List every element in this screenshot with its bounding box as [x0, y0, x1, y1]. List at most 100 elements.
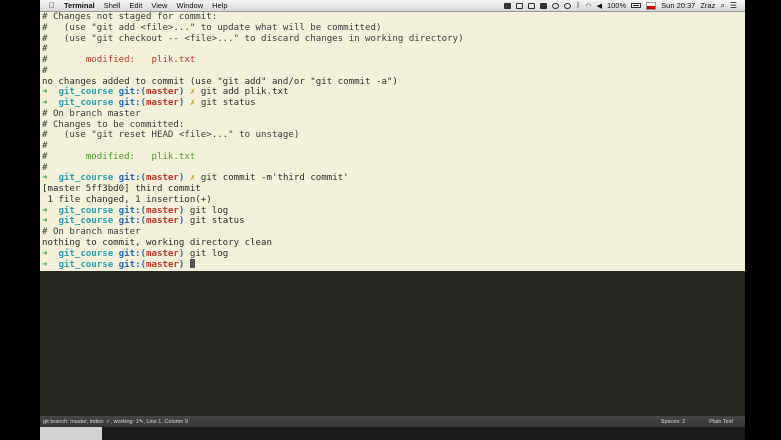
terminal-text: master	[146, 87, 179, 98]
terminal-text: git:(	[113, 98, 147, 108]
status-spaces[interactable]: Spaces: 2	[661, 419, 685, 425]
terminal-text: git:(	[113, 260, 147, 271]
terminal-line: ➜ git_course git:(master) git status	[42, 216, 745, 227]
terminal-text: # Changes to be committed:	[42, 119, 185, 130]
notification-center-icon[interactable]: ☰	[730, 1, 737, 10]
terminal-line: nothing to commit, working directory cle…	[42, 238, 745, 249]
terminal-text: git_course	[58, 205, 114, 216]
terminal-text: ➜	[42, 260, 59, 271]
terminal-line: # On branch master	[42, 227, 745, 238]
terminal-text: ✗	[184, 173, 196, 184]
terminal-line: ➜ git_course git:(master) git log	[42, 206, 745, 217]
window-icon[interactable]	[516, 2, 524, 9]
record-icon[interactable]	[552, 2, 560, 9]
status-syntax[interactable]: Plain Text	[709, 419, 733, 425]
active-tab-indicator[interactable]	[40, 427, 102, 440]
terminal-line: #	[42, 141, 745, 152]
bluetooth-icon[interactable]: ᛒ	[576, 2, 580, 9]
terminal-text: git_course	[58, 98, 114, 108]
terminal-line: # Changes to be committed:	[42, 120, 745, 131]
terminal-text: git:(	[113, 216, 147, 227]
terminal-text: ➜	[42, 98, 59, 108]
terminal-text: git commit -m'third commit'	[195, 173, 349, 184]
editor-area[interactable]	[40, 271, 745, 416]
battery-percent[interactable]: 100%	[607, 1, 626, 10]
terminal-text: git:(	[113, 248, 147, 259]
terminal-text: master	[146, 205, 179, 216]
terminal-line: # modified: plik.txt	[42, 152, 745, 163]
input-source-flag-icon[interactable]	[646, 1, 657, 10]
terminal-line: ➜ git_course git:(master) git log	[42, 249, 745, 260]
terminal-text: git log	[184, 248, 229, 259]
terminal-line: ➜ git_course git:(master) ✗ git status	[42, 98, 745, 109]
terminal-text: git_course	[58, 87, 114, 98]
terminal-line: # (use "git reset HEAD <file>..." to uns…	[42, 130, 745, 141]
terminal-text: # (use "git add <file>..." to update wha…	[42, 22, 382, 33]
terminal-line: # modified: plik.txt	[42, 55, 745, 66]
terminal-line: # Changes not staged for commit:	[42, 12, 745, 23]
menu-bar:  Terminal Shell Edit View Window Help ᛒ…	[40, 0, 745, 12]
terminal-text: git:(	[113, 173, 147, 184]
mail-icon[interactable]	[504, 2, 512, 9]
terminal-line: #	[42, 66, 745, 77]
terminal-lines: # Changes not staged for commit: # (use "…	[40, 12, 745, 270]
terminal-line: # (use "git add <file>..." to update wha…	[42, 23, 745, 34]
battery-icon[interactable]	[631, 3, 642, 8]
terminal-text: # On branch master	[42, 108, 141, 119]
terminal-text: git_course	[58, 248, 114, 259]
evernote-icon[interactable]	[540, 2, 548, 9]
pen-icon[interactable]	[528, 2, 536, 9]
terminal-text: #	[42, 65, 48, 76]
terminal-line: #	[42, 44, 745, 55]
volume-icon[interactable]: ◀	[597, 2, 602, 10]
terminal-text: # On branch master	[42, 227, 141, 237]
terminal-text: # (use "git checkout -- <file>..." to di…	[42, 33, 464, 44]
terminal-line: # On branch master	[42, 109, 745, 120]
terminal-output[interactable]: # Changes not staged for commit: # (use "…	[40, 12, 745, 271]
terminal-text: modified: plik.txt	[85, 151, 196, 162]
terminal-text: master	[146, 173, 179, 184]
terminal-text: nothing to commit, working directory cle…	[42, 237, 272, 248]
terminal-text: git_course	[58, 260, 114, 271]
terminal-line: ➜ git_course git:(master)	[42, 259, 745, 270]
menubar-user[interactable]: Zraz	[700, 1, 715, 10]
terminal-text: # Changes not staged for commit:	[42, 12, 218, 22]
terminal-text: ➜	[42, 248, 59, 259]
terminal-text: ➜	[42, 173, 59, 184]
terminal-text: no changes added to commit (use "git add…	[42, 76, 398, 87]
menu-terminal[interactable]: Terminal	[64, 1, 95, 10]
menu-window[interactable]: Window	[176, 1, 203, 10]
menu-edit[interactable]: Edit	[129, 1, 142, 10]
menu-help[interactable]: Help	[212, 1, 227, 10]
terminal-text: git status	[195, 98, 256, 108]
menubar-clock[interactable]: Sun 20:37	[661, 1, 695, 10]
terminal-text: ✗	[184, 87, 196, 98]
terminal-line: 1 file changed, 1 insertion(+)	[42, 195, 745, 206]
terminal-text: ➜	[42, 216, 59, 227]
terminal-text: ➜	[42, 87, 59, 98]
spotlight-search-icon[interactable]: ⌕	[720, 1, 724, 11]
terminal-text: git:(	[113, 205, 147, 216]
terminal-text: ➜	[42, 205, 59, 216]
terminal-line: ➜ git_course git:(master) ✗ git add plik…	[42, 87, 745, 98]
terminal-line: [master 5ff3bd0] third commit	[42, 184, 745, 195]
menu-view[interactable]: View	[151, 1, 167, 10]
terminal-text: modified: plik.txt	[85, 55, 196, 65]
terminal-line: no changes added to commit (use "git add…	[42, 77, 745, 88]
terminal-text: master	[146, 248, 179, 259]
terminal-line: ➜ git_course git:(master) ✗ git commit -…	[42, 173, 745, 184]
terminal-text: ✗	[184, 98, 196, 108]
terminal-text: #	[42, 141, 48, 151]
terminal-text: #	[42, 44, 48, 55]
terminal-text: git add plik.txt	[195, 87, 289, 98]
status-git-info: git branch: master, index: ✓, working: 1…	[43, 418, 188, 425]
terminal-text: master	[146, 216, 179, 227]
terminal-text: master	[146, 98, 179, 108]
terminal-text: # (use "git reset HEAD <file>..." to uns…	[42, 130, 300, 141]
status-menus: ᛒ ◠ ◀ 100% Sun 20:37 Zraz ⌕ ☰	[504, 1, 745, 11]
terminal-text: #	[42, 162, 48, 173]
apple-icon[interactable]: 	[48, 1, 56, 10]
clock-icon[interactable]	[564, 2, 572, 9]
wifi-icon[interactable]: ◠	[585, 2, 591, 10]
menu-shell[interactable]: Shell	[104, 1, 121, 10]
